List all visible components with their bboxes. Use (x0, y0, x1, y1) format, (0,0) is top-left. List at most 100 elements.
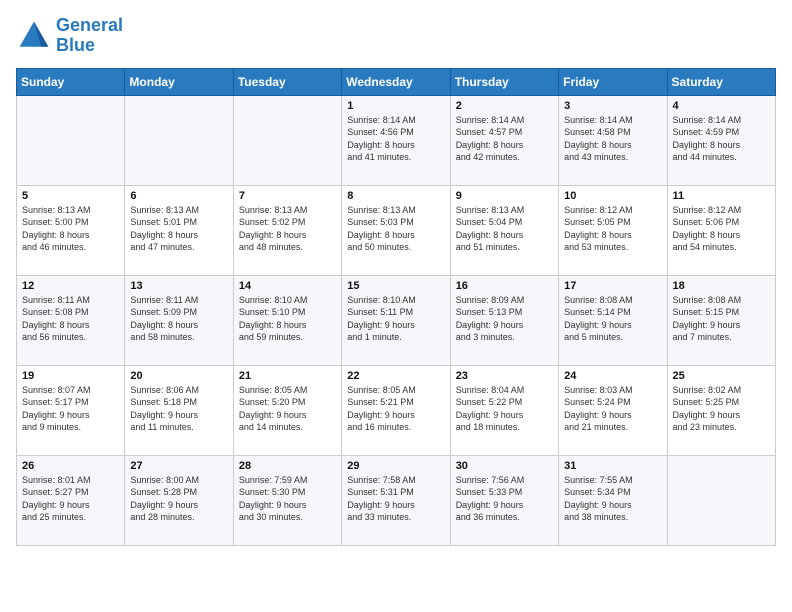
day-info: Sunrise: 8:03 AM Sunset: 5:24 PM Dayligh… (564, 384, 661, 434)
day-info: Sunrise: 8:13 AM Sunset: 5:00 PM Dayligh… (22, 204, 119, 254)
calendar-cell: 29 Sunrise: 7:58 AM Sunset: 5:31 PM Dayli… (342, 455, 450, 545)
weekday-header-thursday: Thursday (450, 68, 558, 95)
day-info: Sunrise: 8:10 AM Sunset: 5:10 PM Dayligh… (239, 294, 336, 344)
calendar-cell: 5 Sunrise: 8:13 AM Sunset: 5:00 PM Daylig… (17, 185, 125, 275)
day-number: 30 (456, 460, 553, 472)
day-number: 29 (347, 460, 444, 472)
day-info: Sunrise: 8:08 AM Sunset: 5:14 PM Dayligh… (564, 294, 661, 344)
calendar-cell: 30Sunrise: 7:56 AM Sunset: 5:33 PM Dayli… (450, 455, 558, 545)
page-header: General Blue (16, 16, 776, 56)
day-info: Sunrise: 8:11 AM Sunset: 5:08 PM Dayligh… (22, 294, 119, 344)
day-number: 23 (456, 370, 553, 382)
calendar-cell: 23 Sunrise: 8:04 AM Sunset: 5:22 PM Dayli… (450, 365, 558, 455)
day-info: Sunrise: 8:04 AM Sunset: 5:22 PM Dayligh… (456, 384, 553, 434)
day-info: Sunrise: 8:14 AM Sunset: 4:57 PM Dayligh… (456, 114, 553, 164)
day-number: 6 (130, 190, 227, 202)
calendar-week-3: 12 Sunrise: 8:11 AM Sunset: 5:08 PM Dayli… (17, 275, 776, 365)
day-info: Sunrise: 8:01 AM Sunset: 5:27 PM Dayligh… (22, 474, 119, 524)
calendar-week-1: 1 Sunrise: 8:14 AM Sunset: 4:56 PM Daylig… (17, 95, 776, 185)
day-number: 9 (456, 190, 553, 202)
weekday-header-monday: Monday (125, 68, 233, 95)
weekday-header-wednesday: Wednesday (342, 68, 450, 95)
day-info: Sunrise: 8:13 AM Sunset: 5:01 PM Dayligh… (130, 204, 227, 254)
day-number: 26 (22, 460, 119, 472)
day-number: 17 (564, 280, 661, 292)
calendar-cell (233, 95, 341, 185)
day-info: Sunrise: 8:14 AM Sunset: 4:58 PM Dayligh… (564, 114, 661, 164)
calendar-cell: 7Sunrise: 8:13 AM Sunset: 5:02 PM Daylig… (233, 185, 341, 275)
calendar-week-5: 26 Sunrise: 8:01 AM Sunset: 5:27 PM Dayli… (17, 455, 776, 545)
day-info: Sunrise: 8:14 AM Sunset: 4:59 PM Dayligh… (673, 114, 770, 164)
day-info: Sunrise: 7:59 AM Sunset: 5:30 PM Dayligh… (239, 474, 336, 524)
calendar-cell: 16 Sunrise: 8:09 AM Sunset: 5:13 PM Dayli… (450, 275, 558, 365)
day-number: 24 (564, 370, 661, 382)
day-info: Sunrise: 8:11 AM Sunset: 5:09 PM Dayligh… (130, 294, 227, 344)
day-info: Sunrise: 8:00 AM Sunset: 5:28 PM Dayligh… (130, 474, 227, 524)
day-number: 15 (347, 280, 444, 292)
calendar-cell: 25Sunrise: 8:02 AM Sunset: 5:25 PM Dayli… (667, 365, 775, 455)
day-info: Sunrise: 8:12 AM Sunset: 5:06 PM Dayligh… (673, 204, 770, 254)
calendar-table: SundayMondayTuesdayWednesdayThursdayFrid… (16, 68, 776, 546)
day-info: Sunrise: 8:09 AM Sunset: 5:13 PM Dayligh… (456, 294, 553, 344)
calendar-cell: 4 Sunrise: 8:14 AM Sunset: 4:59 PM Daylig… (667, 95, 775, 185)
logo-icon (16, 18, 52, 54)
day-number: 16 (456, 280, 553, 292)
day-number: 25 (673, 370, 770, 382)
calendar-cell: 6 Sunrise: 8:13 AM Sunset: 5:01 PM Daylig… (125, 185, 233, 275)
calendar-week-2: 5 Sunrise: 8:13 AM Sunset: 5:00 PM Daylig… (17, 185, 776, 275)
day-number: 4 (673, 100, 770, 112)
day-number: 19 (22, 370, 119, 382)
calendar-cell: 28 Sunrise: 7:59 AM Sunset: 5:30 PM Dayli… (233, 455, 341, 545)
day-info: Sunrise: 8:14 AM Sunset: 4:56 PM Dayligh… (347, 114, 444, 164)
day-info: Sunrise: 8:13 AM Sunset: 5:04 PM Dayligh… (456, 204, 553, 254)
day-number: 10 (564, 190, 661, 202)
calendar-cell: 15 Sunrise: 8:10 AM Sunset: 5:11 PM Dayli… (342, 275, 450, 365)
calendar-cell: 18 Sunrise: 8:08 AM Sunset: 5:15 PM Dayli… (667, 275, 775, 365)
calendar-cell: 26 Sunrise: 8:01 AM Sunset: 5:27 PM Dayli… (17, 455, 125, 545)
day-number: 27 (130, 460, 227, 472)
day-info: Sunrise: 8:05 AM Sunset: 5:21 PM Dayligh… (347, 384, 444, 434)
day-info: Sunrise: 8:10 AM Sunset: 5:11 PM Dayligh… (347, 294, 444, 344)
calendar-cell: 8Sunrise: 8:13 AM Sunset: 5:03 PM Daylig… (342, 185, 450, 275)
calendar-cell: 19 Sunrise: 8:07 AM Sunset: 5:17 PM Dayli… (17, 365, 125, 455)
day-info: Sunrise: 8:08 AM Sunset: 5:15 PM Dayligh… (673, 294, 770, 344)
weekday-header-friday: Friday (559, 68, 667, 95)
calendar-cell: 17 Sunrise: 8:08 AM Sunset: 5:14 PM Dayli… (559, 275, 667, 365)
calendar-cell: 24 Sunrise: 8:03 AM Sunset: 5:24 PM Dayli… (559, 365, 667, 455)
day-info: Sunrise: 8:13 AM Sunset: 5:02 PM Dayligh… (239, 204, 336, 254)
calendar-cell: 11Sunrise: 8:12 AM Sunset: 5:06 PM Dayli… (667, 185, 775, 275)
weekday-header-saturday: Saturday (667, 68, 775, 95)
day-number: 31 (564, 460, 661, 472)
day-number: 18 (673, 280, 770, 292)
calendar-cell: 12 Sunrise: 8:11 AM Sunset: 5:08 PM Dayli… (17, 275, 125, 365)
calendar-cell: 31 Sunrise: 7:55 AM Sunset: 5:34 PM Dayli… (559, 455, 667, 545)
day-info: Sunrise: 8:13 AM Sunset: 5:03 PM Dayligh… (347, 204, 444, 254)
day-info: Sunrise: 8:05 AM Sunset: 5:20 PM Dayligh… (239, 384, 336, 434)
day-number: 14 (239, 280, 336, 292)
calendar-cell: 9 Sunrise: 8:13 AM Sunset: 5:04 PM Daylig… (450, 185, 558, 275)
calendar-cell: 13 Sunrise: 8:11 AM Sunset: 5:09 PM Dayli… (125, 275, 233, 365)
calendar-cell (17, 95, 125, 185)
weekday-header-sunday: Sunday (17, 68, 125, 95)
day-number: 2 (456, 100, 553, 112)
calendar-cell: 20Sunrise: 8:06 AM Sunset: 5:18 PM Dayli… (125, 365, 233, 455)
calendar-cell: 1 Sunrise: 8:14 AM Sunset: 4:56 PM Daylig… (342, 95, 450, 185)
day-number: 21 (239, 370, 336, 382)
calendar-cell: 10 Sunrise: 8:12 AM Sunset: 5:05 PM Dayli… (559, 185, 667, 275)
calendar-cell: 14 Sunrise: 8:10 AM Sunset: 5:10 PM Dayli… (233, 275, 341, 365)
day-number: 5 (22, 190, 119, 202)
day-number: 13 (130, 280, 227, 292)
calendar-cell: 27 Sunrise: 8:00 AM Sunset: 5:28 PM Dayli… (125, 455, 233, 545)
day-info: Sunrise: 8:06 AM Sunset: 5:18 PM Dayligh… (130, 384, 227, 434)
calendar-cell: 21 Sunrise: 8:05 AM Sunset: 5:20 PM Dayli… (233, 365, 341, 455)
day-number: 1 (347, 100, 444, 112)
day-info: Sunrise: 8:12 AM Sunset: 5:05 PM Dayligh… (564, 204, 661, 254)
day-info: Sunrise: 8:07 AM Sunset: 5:17 PM Dayligh… (22, 384, 119, 434)
calendar-cell (125, 95, 233, 185)
logo: General Blue (16, 16, 123, 56)
day-info: Sunrise: 7:55 AM Sunset: 5:34 PM Dayligh… (564, 474, 661, 524)
day-info: Sunrise: 7:58 AM Sunset: 5:31 PM Dayligh… (347, 474, 444, 524)
day-number: 28 (239, 460, 336, 472)
day-number: 12 (22, 280, 119, 292)
calendar-cell: 22Sunrise: 8:05 AM Sunset: 5:21 PM Dayli… (342, 365, 450, 455)
